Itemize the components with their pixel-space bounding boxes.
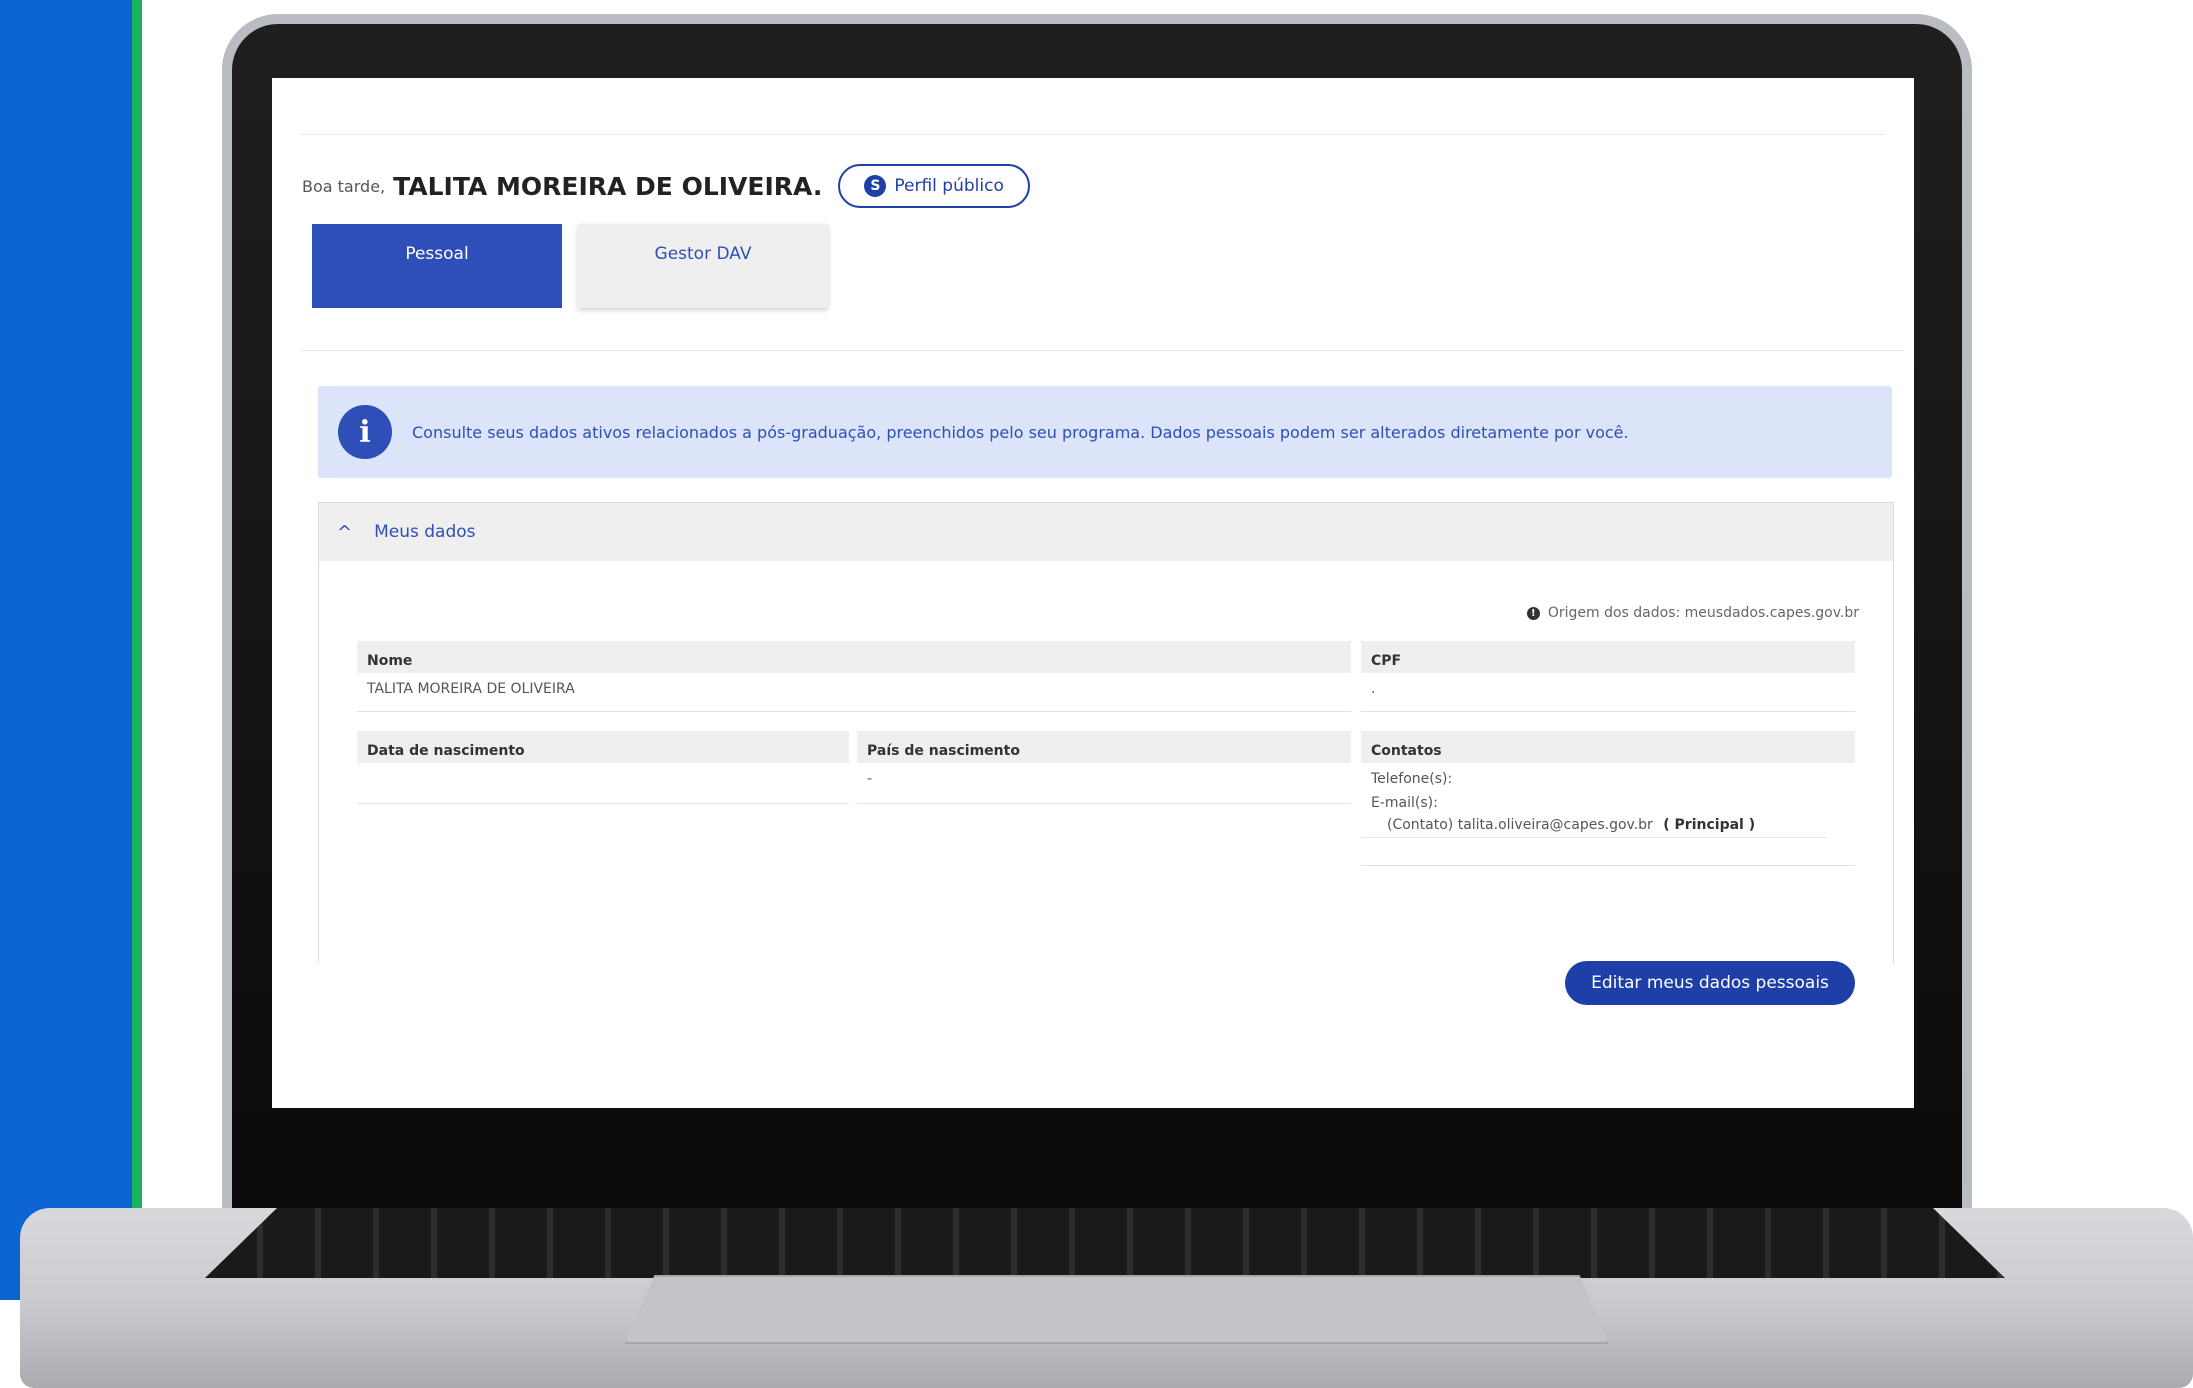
- tab-pessoal[interactable]: Pessoal: [312, 224, 562, 308]
- blue-side-band: [0, 0, 142, 1300]
- field-data-nascimento: Data de nascimento: [357, 731, 849, 804]
- chevron-up-icon: ^: [337, 521, 353, 543]
- field-value-pais-nascimento: -: [867, 771, 873, 787]
- email-entry: (Contato) talita.oliveira@capes.gov.br (…: [1361, 817, 1827, 838]
- field-cpf: CPF .: [1361, 641, 1855, 712]
- field-label-data-nascimento: Data de nascimento: [357, 731, 849, 763]
- meus-dados-panel: ^ Meus dados ! Origem dos dados: meusdad…: [318, 502, 1894, 1005]
- email-value: (Contato) talita.oliveira@capes.gov.br: [1387, 817, 1653, 833]
- data-origin-text: Origem dos dados: meusdados.capes.gov.br: [1547, 605, 1859, 621]
- public-profile-button[interactable]: S Perfil público: [838, 164, 1030, 208]
- field-label-contatos: Contatos: [1361, 731, 1855, 763]
- laptop-screen: Boa tarde, TALITA MOREIRA DE OLIVEIRA. S…: [272, 78, 1914, 1108]
- field-value-data-nascimento: [357, 763, 849, 771]
- public-profile-label: Perfil público: [894, 176, 1004, 196]
- data-origin-note: ! Origem dos dados: meusdados.capes.gov.…: [1526, 605, 1859, 621]
- alert-info-icon: !: [1526, 606, 1540, 620]
- public-profile-icon: S: [864, 175, 887, 197]
- field-nome: Nome TALITA MOREIRA DE OLIVEIRA: [357, 641, 1351, 712]
- greeting-bar: Boa tarde, TALITA MOREIRA DE OLIVEIRA. S…: [302, 164, 1030, 208]
- field-contatos: Contatos Telefone(s): E-mail(s): (Contat…: [1361, 731, 1855, 866]
- field-label-pais-nascimento: País de nascimento: [857, 731, 1351, 763]
- page-content: Boa tarde, TALITA MOREIRA DE OLIVEIRA. S…: [272, 78, 1914, 1108]
- field-value-cpf: .: [1371, 681, 1376, 697]
- field-label-cpf: CPF: [1361, 641, 1855, 673]
- emails-label: E-mail(s):: [1371, 795, 1438, 811]
- field-value-nome: TALITA MOREIRA DE OLIVEIRA: [367, 681, 575, 697]
- top-divider: [300, 134, 1886, 135]
- user-name: TALITA MOREIRA DE OLIVEIRA.: [393, 171, 823, 201]
- section-divider: [302, 350, 1904, 351]
- meus-dados-toggle[interactable]: ^ Meus dados: [319, 503, 1893, 561]
- phones-label: Telefone(s):: [1371, 771, 1453, 787]
- meus-dados-title: Meus dados: [374, 522, 476, 542]
- greeting-label: Boa tarde,: [302, 176, 386, 196]
- field-label-nome: Nome: [357, 641, 1351, 673]
- laptop-keyboard: [205, 1208, 2005, 1278]
- email-principal-tag: ( Principal ): [1663, 817, 1756, 833]
- edit-personal-data-button[interactable]: Editar meus dados pessoais: [1565, 961, 1855, 1005]
- laptop-trackpad: [625, 1275, 1609, 1344]
- info-text: Consulte seus dados ativos relacionados …: [412, 422, 1629, 442]
- info-banner: i Consulte seus dados ativos relacionado…: [318, 386, 1892, 478]
- field-pais-nascimento: País de nascimento -: [857, 731, 1351, 804]
- info-icon: i: [338, 405, 392, 459]
- tab-gestor-dav[interactable]: Gestor DAV: [578, 224, 828, 308]
